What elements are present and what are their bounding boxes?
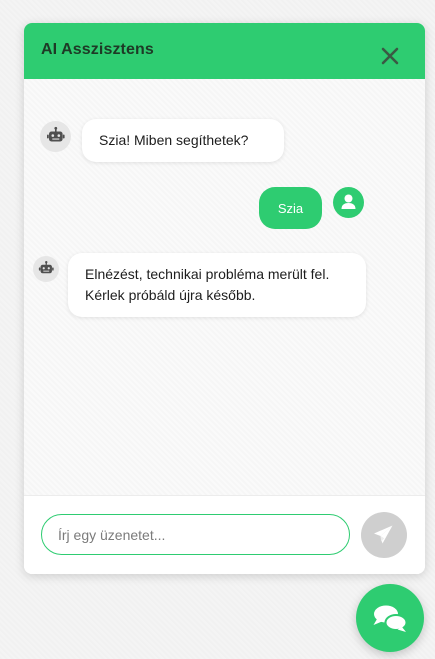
- bot-avatar: [40, 121, 71, 152]
- bot-avatar: [33, 256, 59, 282]
- robot-icon: [38, 260, 54, 274]
- chat-bubbles-icon: [373, 605, 408, 632]
- chat-window: AI Asszisztens Szia! Miben segíthetek? S…: [24, 23, 425, 574]
- message-input[interactable]: [41, 514, 350, 555]
- user-avatar: [333, 187, 364, 218]
- chat-launcher-button[interactable]: [356, 584, 424, 652]
- chat-title: AI Asszisztens: [41, 41, 154, 58]
- chat-header: AI Asszisztens: [24, 23, 425, 79]
- bot-message: Szia! Miben segíthetek?: [82, 119, 284, 162]
- send-button[interactable]: [361, 512, 407, 558]
- close-button[interactable]: [378, 44, 402, 68]
- paper-plane-icon: [374, 525, 393, 544]
- robot-icon: [47, 126, 65, 142]
- bot-message: Elnézést, technikai probléma merült fel.…: [68, 253, 366, 317]
- user-icon: [341, 194, 356, 209]
- chat-input-area: [24, 495, 425, 574]
- user-message: Szia: [259, 187, 322, 229]
- message-list[interactable]: Szia! Miben segíthetek? Szia Elnézést, t…: [24, 79, 425, 495]
- close-icon: [381, 47, 399, 65]
